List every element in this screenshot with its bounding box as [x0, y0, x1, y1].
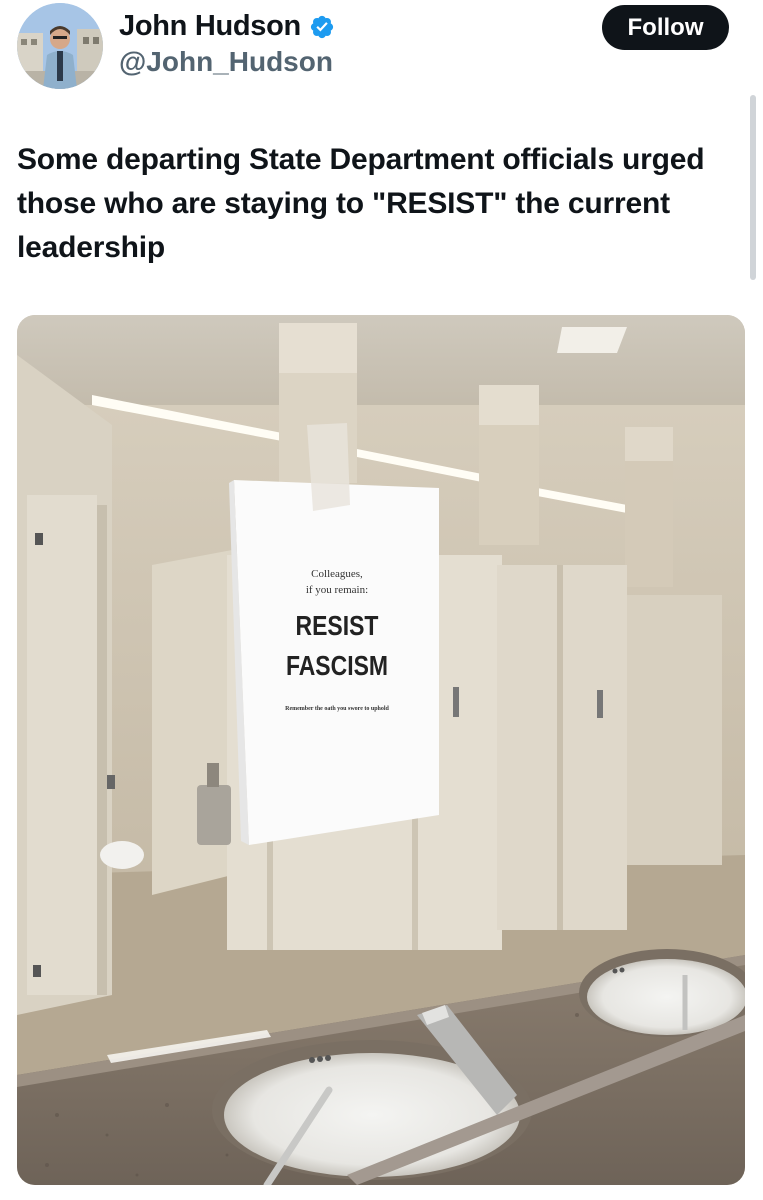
sign-text: Colleagues, if you remain: RESIST FASCIS…	[234, 478, 440, 712]
sign-line-3: RESIST	[295, 610, 379, 641]
profile-photo-icon	[17, 3, 103, 89]
name-row: John Hudson	[119, 10, 335, 43]
avatar[interactable]	[17, 3, 103, 89]
sign-line-1: Colleagues,	[311, 568, 363, 580]
sign-line-2: if you remain:	[305, 584, 369, 596]
display-name[interactable]: John Hudson	[119, 10, 301, 43]
user-handle[interactable]: @John_Hudson	[119, 46, 333, 78]
sign-line-4: FASCISM	[285, 650, 389, 681]
bathroom-photo	[17, 315, 745, 1185]
tweet-header: John Hudson @John_Hudson Follow	[0, 0, 763, 110]
tweet-text: Some departing State Department official…	[17, 143, 705, 264]
scrollbar[interactable]	[750, 95, 756, 280]
verified-badge-icon	[310, 15, 334, 38]
sign-footer: Remember the oath you swore to uphold	[285, 706, 389, 712]
tweet-media-image[interactable]	[17, 315, 745, 1185]
follow-button[interactable]: Follow	[602, 5, 729, 50]
